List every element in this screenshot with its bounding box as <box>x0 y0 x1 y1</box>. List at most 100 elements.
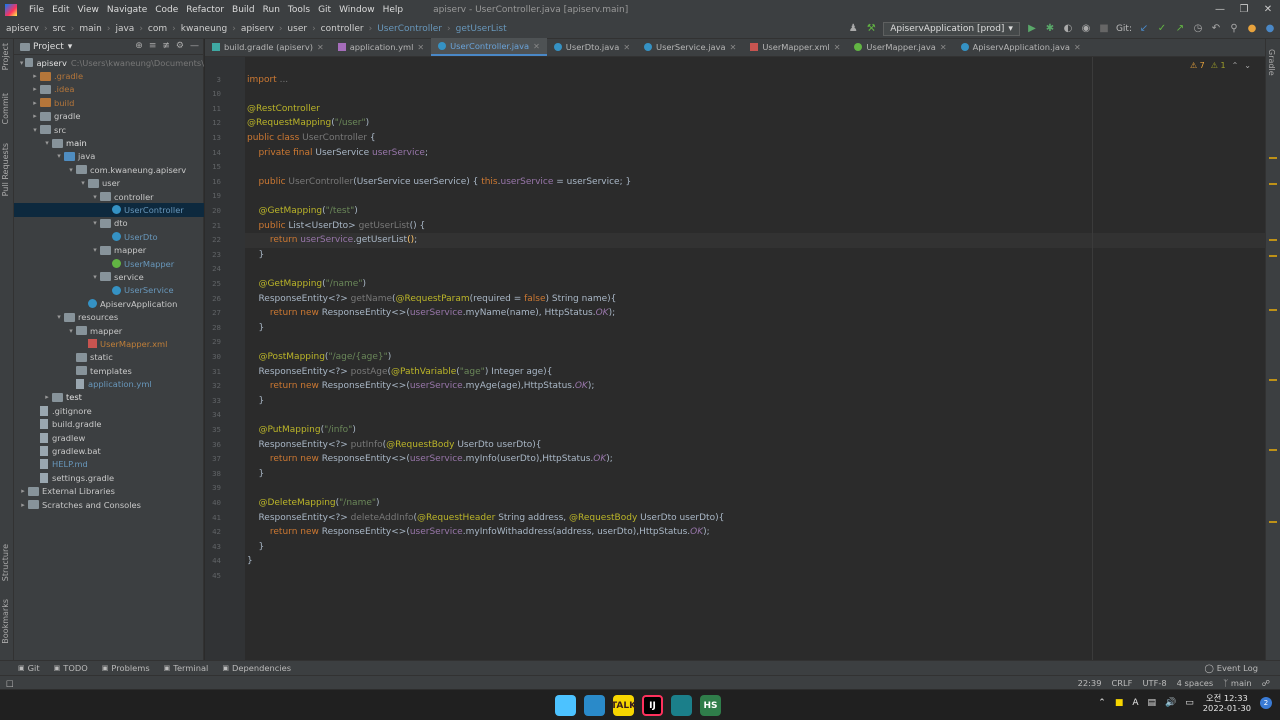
tree-node[interactable]: ▸ test <box>14 391 204 404</box>
tree-node[interactable]: ▸ build <box>14 96 204 109</box>
tree-node[interactable]: application.yml <box>14 377 204 390</box>
tree-node[interactable]: .gitignore <box>14 404 204 417</box>
git-branch[interactable]: ᛉ main <box>1223 678 1251 688</box>
tool-terminal[interactable]: ▣ Terminal <box>164 663 209 673</box>
maximize-button[interactable]: ❐ <box>1232 0 1256 19</box>
collapsed-arrow-icon[interactable]: ▸ <box>18 487 28 495</box>
collapsed-arrow-icon[interactable]: ▸ <box>30 112 40 120</box>
pull-requests-tool-tab[interactable]: Pull Requests <box>1 143 10 196</box>
expanded-arrow-icon[interactable]: ▾ <box>78 179 88 187</box>
editor-tab[interactable]: build.gradle (apiserv) ✕ <box>205 38 331 56</box>
close-tab-icon[interactable]: ✕ <box>730 43 737 52</box>
weak-warnings-count[interactable]: ⚠ 1 <box>1211 61 1226 70</box>
menu-item-build[interactable]: Build <box>228 5 259 15</box>
volume-icon[interactable]: 🔊 <box>1165 698 1176 708</box>
project-panel-header[interactable]: Project ▾ ⊕ ≡ ≢ ⚙ — <box>14 39 203 55</box>
breadcrumb-item[interactable]: controller <box>321 24 364 34</box>
expanded-arrow-icon[interactable]: ▾ <box>42 139 52 147</box>
menu-item-navigate[interactable]: Navigate <box>103 5 151 15</box>
taskbar-app-intellij[interactable]: IJ <box>642 695 663 716</box>
expanded-arrow-icon[interactable]: ▾ <box>90 246 100 254</box>
tool-todo[interactable]: ▣ TODO <box>54 663 88 673</box>
breadcrumb-item[interactable]: kwaneung <box>181 24 227 34</box>
network-icon[interactable]: ▤ <box>1148 698 1157 708</box>
menu-item-run[interactable]: Run <box>259 5 284 15</box>
clock[interactable]: 오전 12:33 2022-01-30 <box>1203 693 1251 713</box>
taskbar-app-kakaotalk[interactable]: TALK <box>611 695 636 716</box>
tree-node[interactable]: ▾ resources <box>14 310 204 323</box>
expand-all-icon[interactable]: ≡ <box>149 41 157 51</box>
error-stripe-mark[interactable] <box>1269 309 1277 311</box>
bookmarks-tool-tab[interactable]: Bookmarks <box>1 599 10 644</box>
close-tab-icon[interactable]: ✕ <box>1074 43 1081 52</box>
tree-node[interactable]: templates <box>14 364 204 377</box>
rollback-icon[interactable]: ↶ <box>1210 23 1222 35</box>
git-update-icon[interactable]: ↙ <box>1138 23 1150 35</box>
tree-node[interactable]: ▾ dto <box>14 217 204 230</box>
stop-icon[interactable]: ■ <box>1098 23 1110 35</box>
tree-node[interactable]: settings.gradle <box>14 471 204 484</box>
editor-tab[interactable]: UserMapper.java ✕ <box>847 38 953 56</box>
breadcrumb-item[interactable]: java <box>115 24 134 34</box>
expanded-arrow-icon[interactable]: ▾ <box>90 193 100 201</box>
git-commit-icon[interactable]: ✓ <box>1156 23 1168 35</box>
tree-node[interactable]: ▾ mapper <box>14 243 204 256</box>
profile-icon[interactable]: ◉ <box>1080 23 1092 35</box>
chevron-down-icon[interactable]: ⌄ <box>1244 61 1251 70</box>
minimize-button[interactable]: — <box>1208 0 1232 19</box>
taskbar-app-bird-app[interactable] <box>584 695 605 716</box>
history-icon[interactable]: ◷ <box>1192 23 1204 35</box>
expanded-arrow-icon[interactable]: ▾ <box>90 273 100 281</box>
structure-tool-tab[interactable]: Structure <box>1 544 10 581</box>
tree-node[interactable]: ▾ controller <box>14 190 204 203</box>
tree-node[interactable]: gradlew <box>14 431 204 444</box>
hammer-icon[interactable]: ⚒ <box>865 23 877 35</box>
collapse-all-icon[interactable]: ≢ <box>162 41 170 51</box>
notification-badge[interactable]: 2 <box>1260 697 1272 709</box>
lock-icon[interactable]: ☍ <box>1262 678 1270 688</box>
tree-node[interactable]: UserDto <box>14 230 204 243</box>
menu-item-tools[interactable]: Tools <box>284 5 314 15</box>
collapsed-arrow-icon[interactable]: ▸ <box>30 99 40 107</box>
tree-node[interactable]: UserService <box>14 284 204 297</box>
search-icon[interactable]: ⚲ <box>1228 23 1240 35</box>
kakaotalk-tray-icon[interactable]: ■ <box>1115 698 1124 708</box>
tree-node[interactable]: UserMapper <box>14 257 204 270</box>
error-stripe-mark[interactable] <box>1269 183 1277 185</box>
tree-node[interactable]: build.gradle <box>14 418 204 431</box>
expanded-arrow-icon[interactable]: ▾ <box>66 327 76 335</box>
collapsed-arrow-icon[interactable]: ▸ <box>30 85 40 93</box>
tree-node[interactable]: HELP.md <box>14 458 204 471</box>
expanded-arrow-icon[interactable]: ▾ <box>54 313 64 321</box>
tool-git[interactable]: ▣ Git <box>18 663 40 673</box>
tree-node[interactable]: UserMapper.xml <box>14 337 204 350</box>
editor-tab[interactable]: application.yml ✕ <box>331 38 431 56</box>
tree-node[interactable]: ▸ .idea <box>14 83 204 96</box>
line-separator[interactable]: CRLF <box>1112 678 1133 688</box>
tool-dependencies[interactable]: ▣ Dependencies <box>222 663 291 673</box>
caret-position[interactable]: 22:39 <box>1078 678 1102 688</box>
editor-tab[interactable]: ApiservApplication.java ✕ <box>954 38 1088 56</box>
chevron-up-icon[interactable]: ⌃ <box>1098 698 1106 708</box>
file-encoding[interactable]: UTF-8 <box>1142 678 1166 688</box>
expanded-arrow-icon[interactable]: ▾ <box>66 166 76 174</box>
tree-node[interactable]: static <box>14 351 204 364</box>
error-stripe-mark[interactable] <box>1269 239 1277 241</box>
error-stripe-mark[interactable] <box>1269 379 1277 381</box>
ime-indicator[interactable]: A <box>1132 698 1138 708</box>
breadcrumb-item[interactable]: main <box>79 24 102 34</box>
tree-node[interactable]: ▸ External Libraries <box>14 485 204 498</box>
chevron-up-icon[interactable]: ⌃ <box>1232 61 1239 70</box>
expanded-arrow-icon[interactable]: ▾ <box>90 219 100 227</box>
git-push-icon[interactable]: ↗ <box>1174 23 1186 35</box>
editor-tab[interactable]: UserService.java ✕ <box>637 38 743 56</box>
menu-item-edit[interactable]: Edit <box>48 5 73 15</box>
event-log-button[interactable]: ◯ Event Log <box>1204 663 1258 673</box>
update-icon[interactable]: ● <box>1246 23 1258 35</box>
menu-item-file[interactable]: File <box>25 5 48 15</box>
project-tool-tab[interactable]: Project <box>1 43 10 70</box>
debug-icon[interactable]: ✱ <box>1044 23 1056 35</box>
breadcrumb-item[interactable]: user <box>287 24 307 34</box>
coverage-icon[interactable]: ◐ <box>1062 23 1074 35</box>
error-stripe-mark[interactable] <box>1269 157 1277 159</box>
